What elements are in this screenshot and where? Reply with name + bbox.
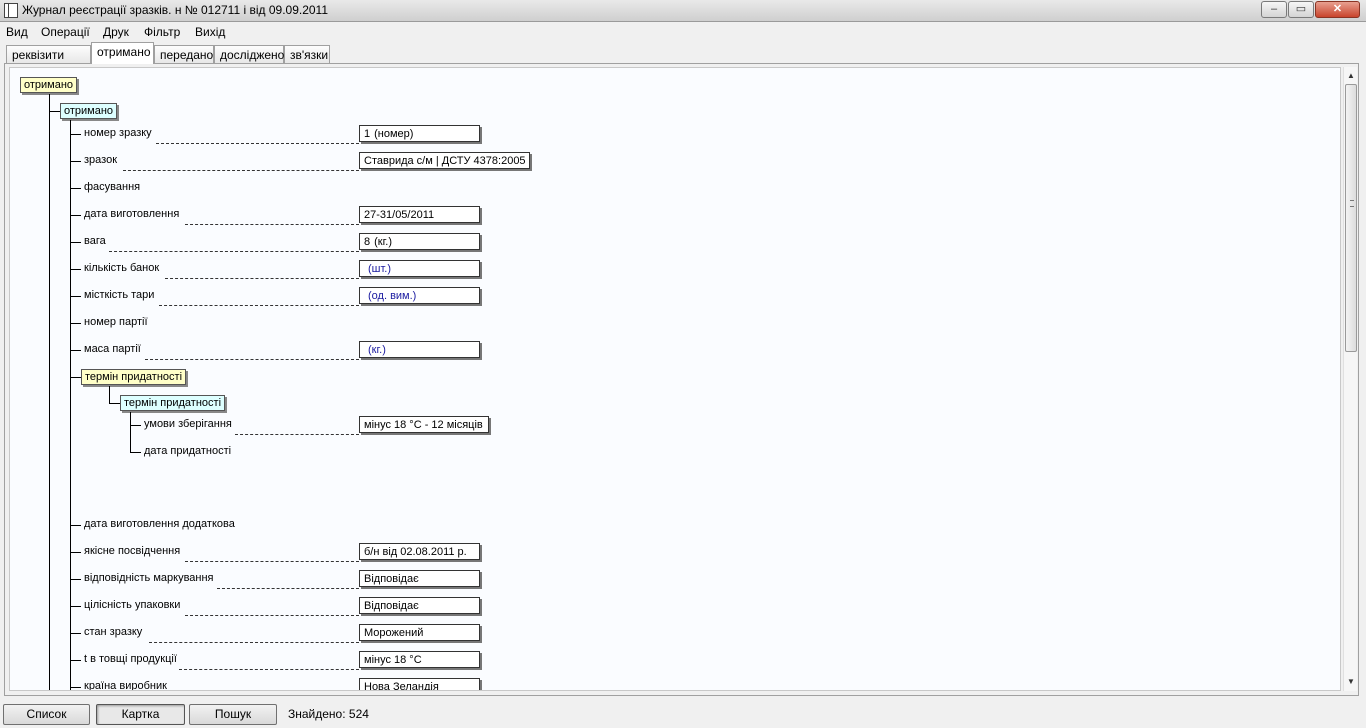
field-label: кількість банок bbox=[84, 262, 160, 274]
field-label: країна виробник bbox=[84, 680, 167, 691]
field-value-input[interactable]: мінус 18 °С bbox=[359, 651, 480, 668]
field-value-input[interactable]: (од. вим.) bbox=[359, 287, 480, 304]
scroll-down-icon[interactable]: ▼ bbox=[1346, 677, 1356, 686]
field-value-input[interactable]: (кг.) bbox=[359, 341, 480, 358]
field-label: номер партії bbox=[84, 316, 148, 328]
tab-strip: реквізити КЗП отримано передано дослідже… bbox=[0, 42, 1366, 76]
field-value-input[interactable]: Нова Зеландія bbox=[359, 678, 480, 690]
field-value-input[interactable]: Відповідає bbox=[359, 570, 480, 587]
vertical-scrollbar[interactable]: ▲ ▼ bbox=[1343, 67, 1357, 691]
field-value-input[interactable]: 1 (номер) bbox=[359, 125, 480, 142]
grip-icon bbox=[1350, 200, 1354, 207]
close-button[interactable]: ✕ bbox=[1315, 1, 1360, 18]
field-value-input[interactable]: мінус 18 °С - 12 місяців bbox=[359, 416, 489, 433]
root-node-received[interactable]: отримано bbox=[20, 77, 78, 93]
scrollbar-thumb[interactable] bbox=[1345, 84, 1357, 352]
scroll-up-icon[interactable]: ▲ bbox=[1346, 71, 1356, 80]
field-label: дата придатності bbox=[144, 445, 232, 457]
group-node-received[interactable]: отримано bbox=[60, 103, 118, 119]
search-button[interactable]: Пошук bbox=[189, 704, 277, 725]
card-button[interactable]: Картка bbox=[96, 704, 185, 725]
tab-received[interactable]: отримано bbox=[91, 42, 154, 64]
shelf-life-group-node[interactable]: термін придатності bbox=[120, 395, 226, 411]
field-label: відповідність маркування bbox=[84, 572, 214, 584]
menu-exit[interactable]: Вихід bbox=[195, 25, 225, 39]
field-value-input[interactable]: Морожений bbox=[359, 624, 480, 641]
menu-view[interactable]: Вид bbox=[6, 25, 28, 39]
field-value-input[interactable]: (шт.) bbox=[359, 260, 480, 277]
tree-line bbox=[49, 94, 50, 690]
field-label: цілісність упаковки bbox=[84, 599, 181, 611]
minimize-button[interactable]: ‒ bbox=[1261, 1, 1287, 18]
field-label: вага bbox=[84, 235, 106, 247]
tab-transferred[interactable]: передано bbox=[154, 45, 214, 64]
menu-operations[interactable]: Операції bbox=[41, 25, 90, 39]
menu-bar: Вид Операції Друк Фільтр Вихід bbox=[0, 22, 1366, 42]
status-bar: Список Картка Пошук Знайдено: 524 bbox=[0, 700, 1366, 728]
field-label: дата виготовлення додаткова bbox=[84, 518, 235, 530]
field-label: зразок bbox=[84, 154, 118, 166]
window-title: Журнал реєстрації зразків. н № 012711 і … bbox=[22, 3, 329, 17]
tree-line bbox=[49, 111, 60, 112]
maximize-button[interactable]: ▭ bbox=[1288, 1, 1314, 18]
shelf-life-node[interactable]: термін придатності bbox=[81, 369, 187, 385]
field-label: t в товщі продукції bbox=[84, 653, 177, 665]
menu-filter[interactable]: Фільтр bbox=[144, 25, 180, 39]
field-label: стан зразку bbox=[84, 626, 143, 638]
tree-view[interactable]: отримано отримано номер зразку 1 (номер) … bbox=[9, 67, 1341, 691]
field-value-input[interactable]: 27-31/05/2011 bbox=[359, 206, 480, 223]
menu-print[interactable]: Друк bbox=[103, 25, 129, 39]
field-label: фасування bbox=[84, 181, 141, 193]
field-label: номер зразку bbox=[84, 127, 152, 139]
tab-researched[interactable]: досліджено bbox=[214, 45, 284, 64]
list-button[interactable]: Список bbox=[3, 704, 90, 725]
found-count: Знайдено: 524 bbox=[288, 707, 369, 721]
field-value-input[interactable]: б/н від 02.08.2011 р. bbox=[359, 543, 480, 560]
app-icon bbox=[4, 3, 18, 18]
field-label: умови зберігання bbox=[144, 418, 232, 430]
field-value-input[interactable]: Відповідає bbox=[359, 597, 480, 614]
tab-requisites[interactable]: реквізити КЗП bbox=[6, 45, 91, 76]
tab-links[interactable]: зв'язки bbox=[284, 45, 330, 64]
field-label: маса партії bbox=[84, 343, 141, 355]
field-label: якісне посвідчення bbox=[84, 545, 181, 557]
field-label: дата виготовлення bbox=[84, 208, 180, 220]
field-value-input[interactable]: 8 (кг.) bbox=[359, 233, 480, 250]
title-bar: Журнал реєстрації зразків. н № 012711 і … bbox=[0, 0, 1366, 22]
field-value-input[interactable]: Ставрида с/м | ДСТУ 4378:2005 bbox=[359, 152, 530, 169]
field-label: місткість тари bbox=[84, 289, 155, 301]
